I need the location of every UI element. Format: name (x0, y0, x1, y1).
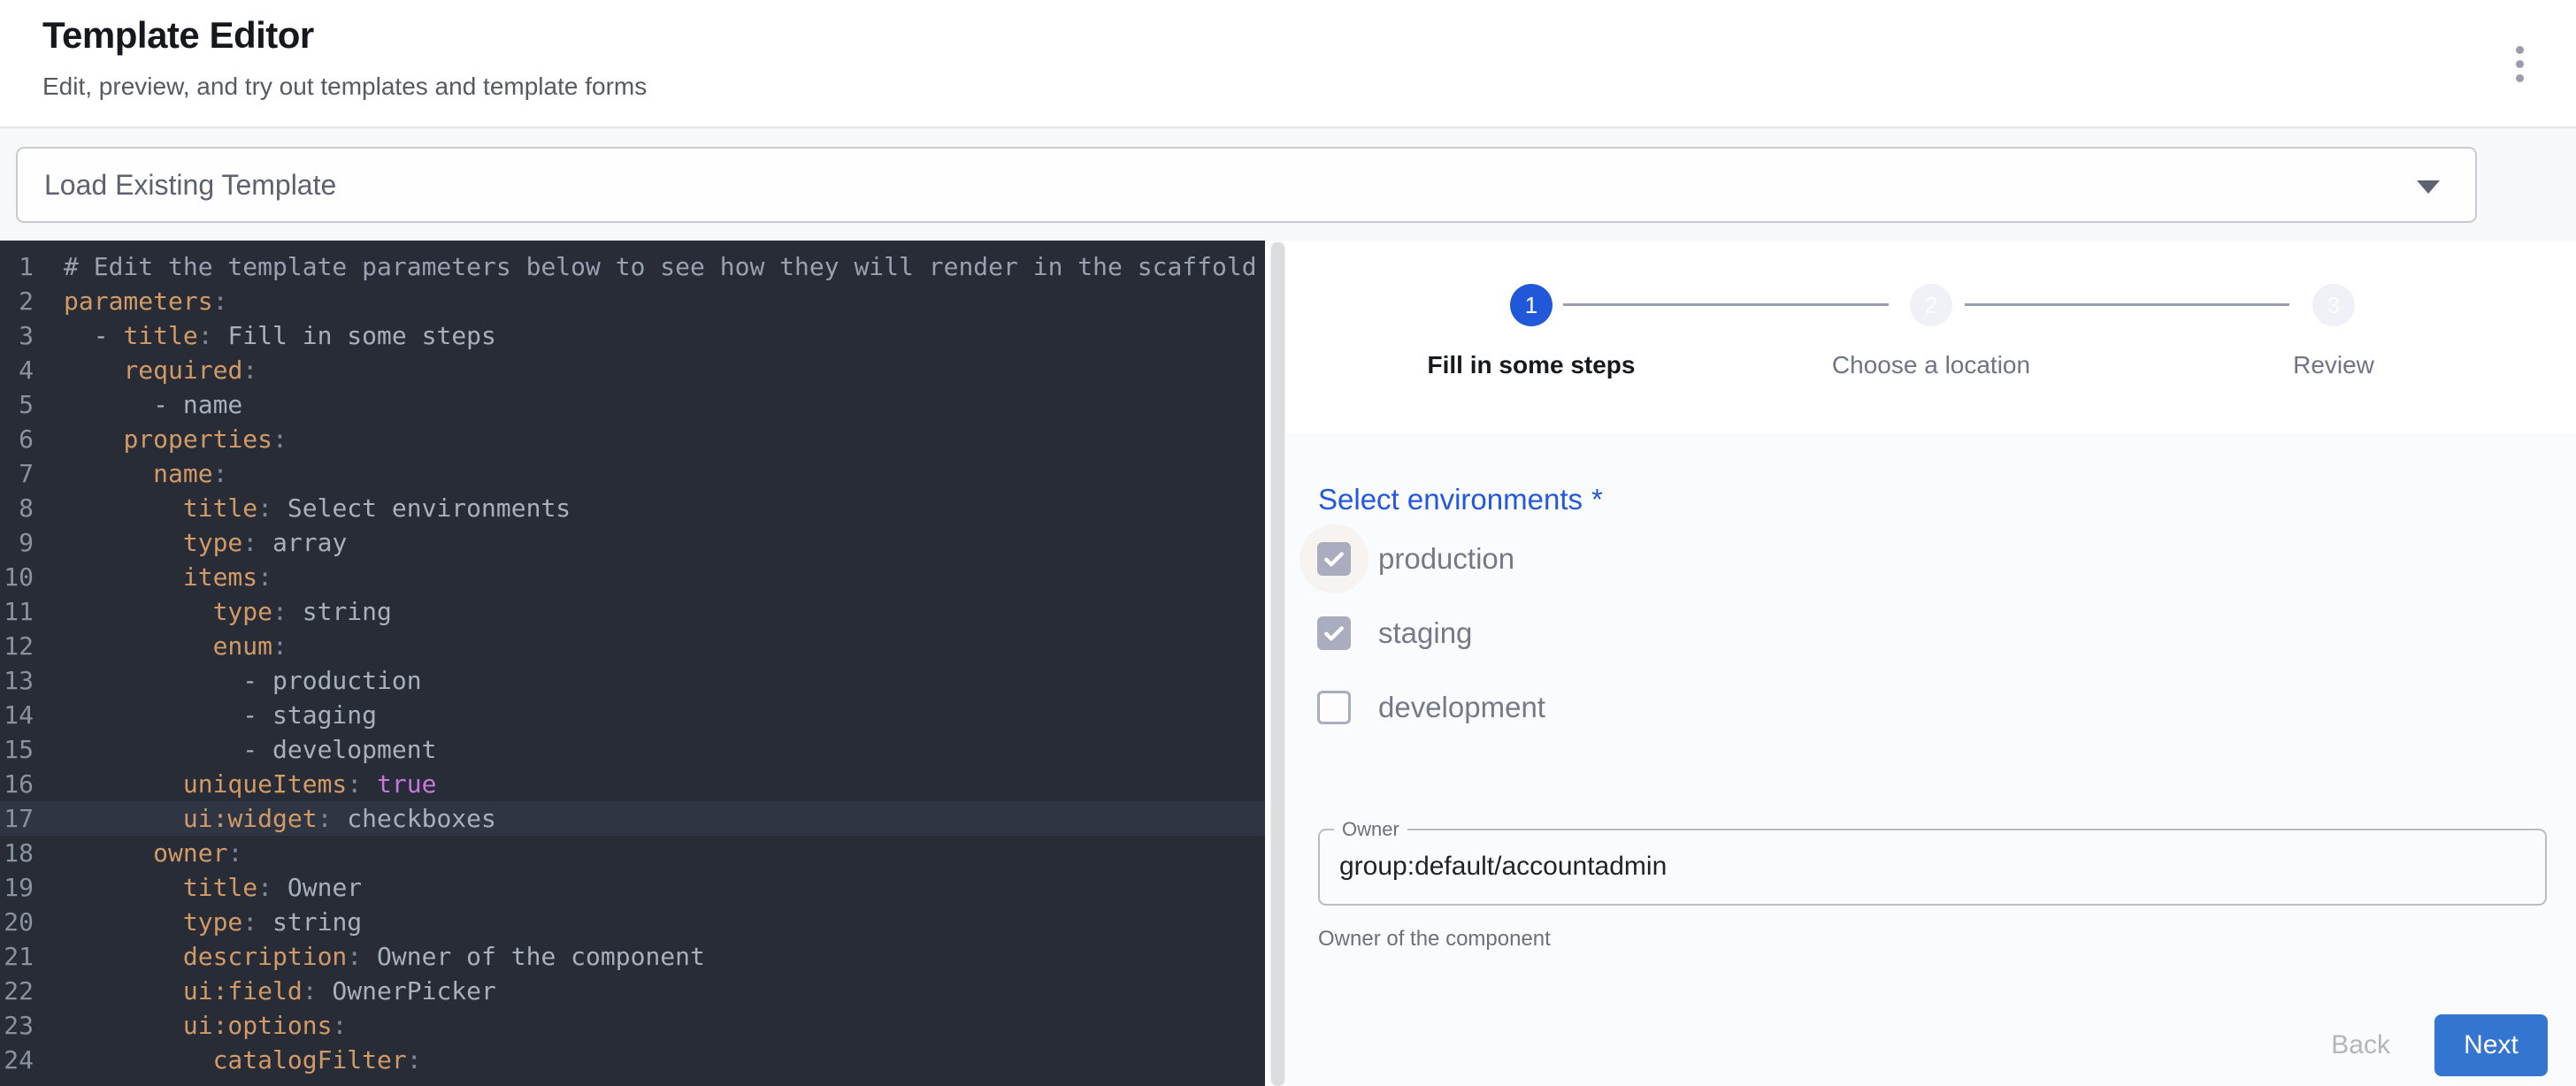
code-line[interactable]: 3 - title: Fill in some steps (0, 318, 1265, 353)
line-number: 6 (0, 422, 34, 456)
code-line[interactable]: 19 title: Owner (0, 870, 1265, 905)
code-line[interactable]: 23 ui:options: (0, 1008, 1265, 1043)
line-number: 8 (0, 491, 34, 525)
code-line[interactable]: 8 title: Select environments (0, 491, 1265, 525)
template-select[interactable]: Load Existing Template (16, 147, 2477, 223)
line-number: 13 (0, 663, 34, 698)
page-subtitle: Edit, preview, and try out templates and… (42, 73, 647, 101)
checkbox-label-development[interactable]: development (1378, 691, 1545, 724)
code-line[interactable]: 21 description: Owner of the component (0, 939, 1265, 974)
code-line[interactable]: 1# Edit the template parameters below to… (0, 249, 1265, 284)
owner-field: Owner (1318, 820, 2547, 906)
line-number: 15 (0, 732, 34, 767)
step-circle-1: 1 (1510, 284, 1552, 326)
next-button[interactable]: Next (2434, 1014, 2548, 1076)
checkbox-label-staging[interactable]: staging (1378, 616, 1472, 650)
line-number: 22 (0, 974, 34, 1008)
code-line[interactable]: 22 ui:field: OwnerPicker (0, 974, 1265, 1008)
checkbox-development[interactable] (1317, 691, 1351, 724)
code-line[interactable]: 2parameters: (0, 284, 1265, 318)
line-number: 16 (0, 767, 34, 801)
step-circle-2: 2 (1910, 284, 1952, 326)
code-line[interactable]: 5 - name (0, 387, 1265, 422)
line-number: 24 (0, 1043, 34, 1077)
code-line[interactable]: 15 - development (0, 732, 1265, 767)
code-line[interactable]: 12 enum: (0, 629, 1265, 663)
code-line[interactable]: 11 type: string (0, 594, 1265, 629)
step-circle-3: 3 (2312, 284, 2355, 326)
line-number: 4 (0, 353, 34, 387)
code-line[interactable]: 17 ui:widget: checkboxes (0, 801, 1265, 836)
line-number: 11 (0, 594, 34, 629)
owner-input[interactable] (1339, 852, 2516, 882)
owner-helper-text: Owner of the component (1318, 927, 1551, 952)
line-number: 12 (0, 629, 34, 663)
line-number: 19 (0, 870, 34, 905)
kebab-menu-button[interactable] (2495, 39, 2544, 88)
panel-resize-handle[interactable] (1271, 242, 1284, 1086)
checkbox-wrapper (1300, 673, 1368, 742)
load-template-bar: Load Existing Template (0, 128, 2576, 241)
line-number: 18 (0, 836, 34, 870)
code-line[interactable]: 24 catalogFilter: (0, 1043, 1265, 1077)
checkbox-row-development[interactable]: development (1300, 670, 1545, 745)
step-connector (1563, 303, 1889, 306)
step-label-2: Choose a location (1754, 351, 2108, 379)
line-number: 2 (0, 284, 34, 318)
caret-down-icon (2417, 180, 2440, 194)
code-line[interactable]: 4 required: (0, 353, 1265, 387)
step-label-3: Review (2157, 351, 2511, 379)
step-connector (1965, 303, 2289, 306)
checkbox-focus-ripple (1300, 524, 1368, 593)
code-line[interactable]: 13 - production (0, 663, 1265, 698)
code-line[interactable]: 18 owner: (0, 836, 1265, 870)
line-number: 17 (0, 801, 34, 836)
code-line[interactable]: 20 type: string (0, 905, 1265, 939)
code-line[interactable]: 10 items: (0, 560, 1265, 594)
checkbox-wrapper (1300, 599, 1368, 668)
line-number: 10 (0, 560, 34, 594)
checkbox-staging[interactable] (1317, 616, 1351, 650)
page-title: Template Editor (42, 14, 314, 57)
line-number: 7 (0, 456, 34, 491)
checkbox-group: production staging development (1300, 522, 1545, 745)
form-panel: Select environments* production staging de… (1287, 433, 2576, 1086)
checkbox-row-production[interactable]: production (1300, 522, 1545, 596)
code-line[interactable]: 7 name: (0, 456, 1265, 491)
checkbox-label-production[interactable]: production (1378, 542, 1514, 576)
line-number: 14 (0, 698, 34, 732)
code-line[interactable]: 6 properties: (0, 422, 1265, 456)
back-button[interactable]: Back (2313, 1014, 2408, 1076)
template-select-value: Load Existing Template (44, 169, 336, 202)
line-number: 1 (0, 249, 34, 284)
line-number: 21 (0, 939, 34, 974)
line-number: 3 (0, 318, 34, 353)
required-marker: * (1591, 483, 1603, 516)
code-line[interactable]: 9 type: array (0, 525, 1265, 560)
code-editor[interactable]: 1# Edit the template parameters below to… (0, 241, 1265, 1086)
line-number: 20 (0, 905, 34, 939)
code-line[interactable]: 16 uniqueItems: true (0, 767, 1265, 801)
form-group-label: Select environments* (1318, 483, 1603, 516)
line-number: 5 (0, 387, 34, 422)
checkbox-production[interactable] (1317, 542, 1351, 576)
line-number: 9 (0, 525, 34, 560)
line-number: 23 (0, 1008, 34, 1043)
code-line[interactable]: 14 - staging (0, 698, 1265, 732)
wizard-actions: Back Next (2313, 1014, 2548, 1076)
owner-field-label: Owner (1334, 820, 1407, 839)
more-vert-icon (2516, 46, 2524, 54)
stepper: 1 Fill in some steps 2 Choose a location 3 Re… (1287, 241, 2576, 433)
step-label-1: Fill in some steps (1354, 351, 1708, 379)
checkbox-row-staging[interactable]: staging (1300, 596, 1545, 670)
